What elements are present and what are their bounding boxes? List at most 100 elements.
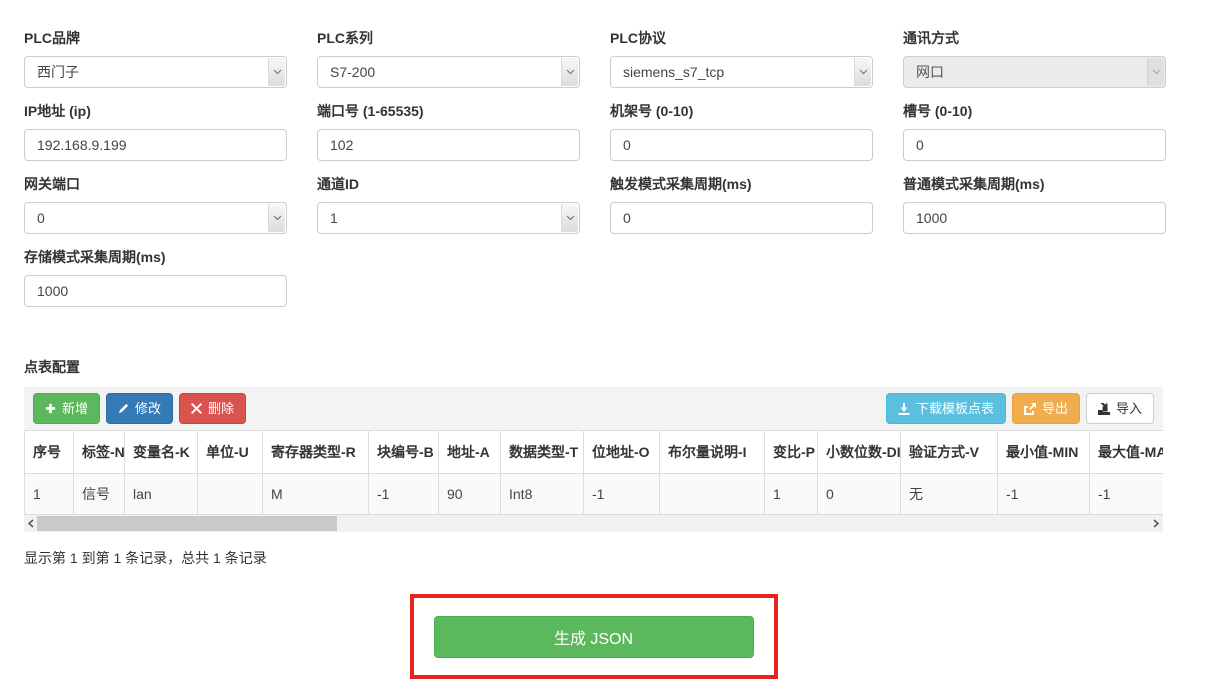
comm-mode-select: 网口 <box>903 56 1166 88</box>
chevron-down-icon <box>268 58 285 86</box>
import-button[interactable]: 导入 <box>1086 393 1154 424</box>
plus-icon <box>45 403 56 414</box>
field-label: 端口号 (1-65535) <box>317 101 580 121</box>
select-value: 1 <box>330 210 338 226</box>
cell-ratio: 1 <box>765 474 818 515</box>
cell-data-type: Int8 <box>501 474 584 515</box>
point-table-toolbar: 新增 修改 删除 下载模板点表 导出 导入 <box>24 387 1163 430</box>
cell-block-no: -1 <box>369 474 439 515</box>
column-header: 验证方式-V <box>901 431 998 474</box>
field-label: 通道ID <box>317 174 580 194</box>
column-header: 数据类型-T <box>501 431 584 474</box>
form-field-trigger-period: 触发模式采集周期(ms) <box>610 174 873 234</box>
storage-period-input[interactable] <box>24 275 287 307</box>
field-label: 网关端口 <box>24 174 287 194</box>
table-header-row: 序号 标签-N 变量名-K 单位-U 寄存器类型-R 块编号-B 地址-A 数据… <box>25 431 1164 474</box>
import-icon <box>1098 403 1110 415</box>
field-label: PLC系列 <box>317 28 580 48</box>
chevron-down-icon <box>268 204 285 232</box>
chevron-left-icon[interactable] <box>24 519 38 528</box>
record-summary: 显示第 1 到第 1 条记录，总共 1 条记录 <box>24 548 1163 568</box>
cell-tag: 信号 <box>74 474 125 515</box>
column-header: 位地址-O <box>584 431 660 474</box>
field-label: 普通模式采集周期(ms) <box>903 174 1166 194</box>
field-label: PLC协议 <box>610 28 873 48</box>
form-field-plc-protocol: PLC协议 siemens_s7_tcp <box>610 28 873 88</box>
slot-number-input[interactable] <box>903 129 1166 161</box>
select-value: siemens_s7_tcp <box>623 64 724 80</box>
toolbar-left-group: 新增 修改 删除 <box>33 393 246 424</box>
plc-series-select[interactable]: S7-200 <box>317 56 580 88</box>
cell-decimals: 0 <box>818 474 901 515</box>
select-value: 西门子 <box>37 62 79 82</box>
column-header: 小数位数-DI <box>818 431 901 474</box>
port-input[interactable] <box>317 129 580 161</box>
annotation-highlight-box: 生成 JSON <box>410 594 778 679</box>
cell-max: -1 <box>1090 474 1164 515</box>
normal-period-input[interactable] <box>903 202 1166 234</box>
download-icon <box>898 403 910 415</box>
horizontal-scrollbar[interactable] <box>24 515 1163 532</box>
export-button[interactable]: 导出 <box>1012 393 1080 424</box>
plc-config-page: PLC品牌 西门子 PLC系列 S7-200 PLC协议 siemens_s7_… <box>0 0 1163 679</box>
download-template-button[interactable]: 下载模板点表 <box>886 393 1006 424</box>
select-value: 网口 <box>916 62 944 82</box>
plc-brand-select[interactable]: 西门子 <box>24 56 287 88</box>
select-value: 0 <box>37 210 45 226</box>
rack-number-input[interactable] <box>610 129 873 161</box>
column-header: 最小值-MIN <box>998 431 1090 474</box>
plc-protocol-select[interactable]: siemens_s7_tcp <box>610 56 873 88</box>
scrollbar-thumb[interactable] <box>37 516 337 531</box>
channel-id-select[interactable]: 1 <box>317 202 580 234</box>
chevron-down-icon <box>561 204 578 232</box>
column-header: 寄存器类型-R <box>263 431 369 474</box>
delete-button[interactable]: 删除 <box>179 393 246 424</box>
point-table-title: 点表配置 <box>24 357 1163 377</box>
field-label: IP地址 (ip) <box>24 101 287 121</box>
form-field-comm-mode: 通讯方式 网口 <box>903 28 1166 88</box>
column-header: 序号 <box>25 431 74 474</box>
point-table-container: 序号 标签-N 变量名-K 单位-U 寄存器类型-R 块编号-B 地址-A 数据… <box>24 430 1163 515</box>
export-icon <box>1024 403 1036 415</box>
point-table: 序号 标签-N 变量名-K 单位-U 寄存器类型-R 块编号-B 地址-A 数据… <box>24 430 1163 515</box>
column-header: 变比-P <box>765 431 818 474</box>
cell-bit-address: -1 <box>584 474 660 515</box>
toolbar-right-group: 下载模板点表 导出 导入 <box>886 393 1154 424</box>
cell-unit <box>198 474 263 515</box>
form-field-channel-id: 通道ID 1 <box>317 174 580 234</box>
form-field-port: 端口号 (1-65535) <box>317 101 580 161</box>
add-button[interactable]: 新增 <box>33 393 100 424</box>
chevron-down-icon <box>854 58 871 86</box>
chevron-down-icon <box>561 58 578 86</box>
field-label: 存储模式采集周期(ms) <box>24 247 287 267</box>
pencil-icon <box>118 403 129 414</box>
cell-verify-mode: 无 <box>901 474 998 515</box>
form-field-plc-series: PLC系列 S7-200 <box>317 28 580 88</box>
form-field-ip: IP地址 (ip) <box>24 101 287 161</box>
cell-address: 90 <box>439 474 501 515</box>
gateway-port-select[interactable]: 0 <box>24 202 287 234</box>
ip-address-input[interactable] <box>24 129 287 161</box>
cell-index: 1 <box>25 474 74 515</box>
field-label: 触发模式采集周期(ms) <box>610 174 873 194</box>
chevron-right-icon[interactable] <box>1149 519 1163 528</box>
column-header: 单位-U <box>198 431 263 474</box>
trigger-period-input[interactable] <box>610 202 873 234</box>
column-header: 最大值-MAX <box>1090 431 1164 474</box>
form-field-gateway-port: 网关端口 0 <box>24 174 287 234</box>
table-row[interactable]: 1 信号 lan M -1 90 Int8 -1 1 0 无 -1 -1 <box>25 474 1164 515</box>
edit-button[interactable]: 修改 <box>106 393 173 424</box>
column-header: 标签-N <box>74 431 125 474</box>
field-label: 槽号 (0-10) <box>903 101 1166 121</box>
field-label: PLC品牌 <box>24 28 287 48</box>
cell-register-type: M <box>263 474 369 515</box>
plc-config-form: PLC品牌 西门子 PLC系列 S7-200 PLC协议 siemens_s7_… <box>24 28 1163 320</box>
field-label: 通讯方式 <box>903 28 1166 48</box>
form-field-storage-period: 存储模式采集周期(ms) <box>24 247 287 307</box>
chevron-down-icon <box>1147 58 1164 86</box>
column-header: 变量名-K <box>125 431 198 474</box>
form-field-normal-period: 普通模式采集周期(ms) <box>903 174 1166 234</box>
generate-json-button[interactable]: 生成 JSON <box>434 616 754 658</box>
cell-bool-desc <box>660 474 765 515</box>
field-label: 机架号 (0-10) <box>610 101 873 121</box>
